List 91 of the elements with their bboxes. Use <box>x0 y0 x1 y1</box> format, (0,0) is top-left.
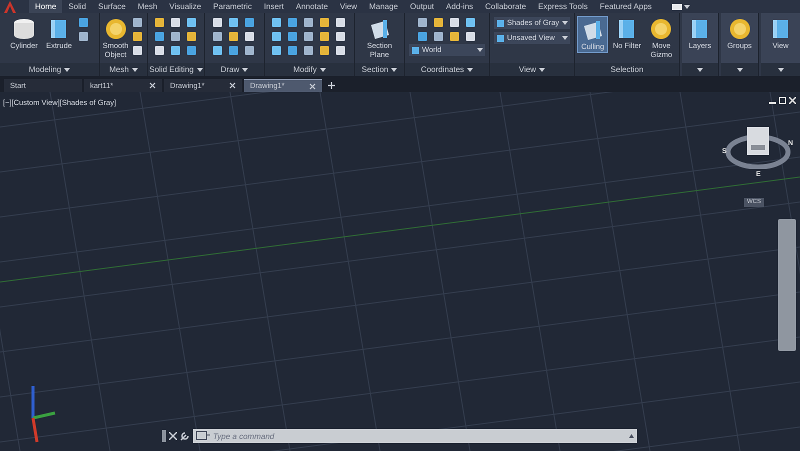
panel-title: Solid Editing <box>149 64 194 76</box>
tool-icon <box>335 31 346 42</box>
tool-icon <box>212 31 223 42</box>
caret-icon <box>629 434 634 438</box>
tool-icon <box>287 31 298 42</box>
command-input[interactable]: Type a command <box>193 429 637 443</box>
ribbon-tab[interactable]: Surface <box>92 0 132 13</box>
ribbon-tab[interactable]: Manage <box>363 0 404 13</box>
ribbon-tab[interactable]: Solid <box>62 0 92 13</box>
tool-icon <box>228 17 239 28</box>
tool-icon <box>186 45 196 56</box>
terminal-icon <box>196 431 210 440</box>
wrench-icon <box>180 431 190 441</box>
tool-icon <box>244 31 255 42</box>
ribbon-tab[interactable]: Visualize <box>163 0 208 13</box>
cylinder-icon <box>11 17 37 41</box>
grip-icon <box>162 430 166 442</box>
tool-icon <box>303 31 314 42</box>
tool-icon <box>448 17 460 28</box>
tool-icon <box>132 45 143 56</box>
window-icon <box>672 4 682 10</box>
ribbon-tab[interactable]: Home <box>29 0 62 13</box>
ribbon-tab[interactable]: Mesh <box>132 0 164 13</box>
tool-icon <box>154 31 164 42</box>
tool-icon <box>303 17 314 28</box>
tool-icon <box>212 45 223 56</box>
tool-icon <box>228 31 239 42</box>
caret-icon <box>562 21 568 25</box>
tool-icon <box>271 31 282 42</box>
close-icon <box>789 97 796 104</box>
close-icon <box>149 82 156 89</box>
tool-icon <box>154 17 164 28</box>
plus-icon <box>328 82 334 89</box>
tool-icon <box>132 31 143 42</box>
tool-icon <box>416 31 428 42</box>
tool-icon <box>335 17 346 28</box>
tool-icon <box>464 17 476 28</box>
panel-title: View <box>518 64 536 76</box>
panel-title: Modeling <box>28 64 62 76</box>
ribbon-tab[interactable]: View <box>334 0 364 13</box>
tool-icon <box>132 17 143 28</box>
tool-icon <box>78 31 89 42</box>
compass-ring-drawing <box>725 125 791 169</box>
workspace-button[interactable] <box>670 2 692 11</box>
ribbon-tab[interactable]: Parametric <box>207 0 258 13</box>
tool-icon <box>186 31 196 42</box>
tool-icon <box>448 31 460 42</box>
tool-icon <box>78 17 89 28</box>
ribbon-tab[interactable]: Add-ins <box>440 0 480 13</box>
tool-icon <box>287 17 298 28</box>
panel-title: Mesh <box>109 64 129 76</box>
tool-icon <box>319 45 330 56</box>
tool-icon <box>271 45 282 56</box>
caret-icon <box>477 48 483 52</box>
ribbon-tab[interactable]: Collaborate <box>479 0 532 13</box>
tool-icon <box>170 45 180 56</box>
caret-icon <box>562 36 568 40</box>
tool-icon <box>186 17 196 28</box>
tool-icon <box>154 45 164 56</box>
tool-icon <box>411 46 420 54</box>
caret-icon <box>684 4 690 8</box>
tool-icon <box>212 17 223 28</box>
tool-icon <box>432 17 444 28</box>
close-icon <box>309 82 316 90</box>
ribbon-tab[interactable]: Express Tools <box>532 0 594 13</box>
tool-icon <box>228 45 239 56</box>
ribbon-tab[interactable]: Output <box>404 0 440 13</box>
panel-title: Draw <box>220 64 240 76</box>
panel-title: Selection <box>610 64 644 76</box>
tool-icon <box>432 31 444 42</box>
tool-icon <box>319 31 330 42</box>
tool-icon <box>271 17 282 28</box>
panel-title: Modify <box>293 64 317 76</box>
ribbon-tab[interactable]: Featured Apps <box>594 0 658 13</box>
tool-icon <box>335 45 346 56</box>
tool-icon <box>464 31 476 42</box>
tool-icon <box>244 17 255 28</box>
restore-icon <box>779 97 786 104</box>
tool-icon <box>170 17 180 28</box>
tool-icon <box>319 17 330 28</box>
tool-icon <box>244 45 255 56</box>
ribbon-tab[interactable]: Insert <box>258 0 290 13</box>
panel-title: Section <box>362 64 388 76</box>
close-icon <box>229 82 236 89</box>
tool-icon <box>416 17 428 28</box>
tool-icon <box>170 31 180 42</box>
panel-title: Coordinates <box>420 64 464 76</box>
tool-icon <box>303 45 314 56</box>
tool-icon <box>287 45 298 56</box>
ribbon-tab[interactable]: Annotate <box>290 0 334 13</box>
close-icon <box>169 432 177 440</box>
